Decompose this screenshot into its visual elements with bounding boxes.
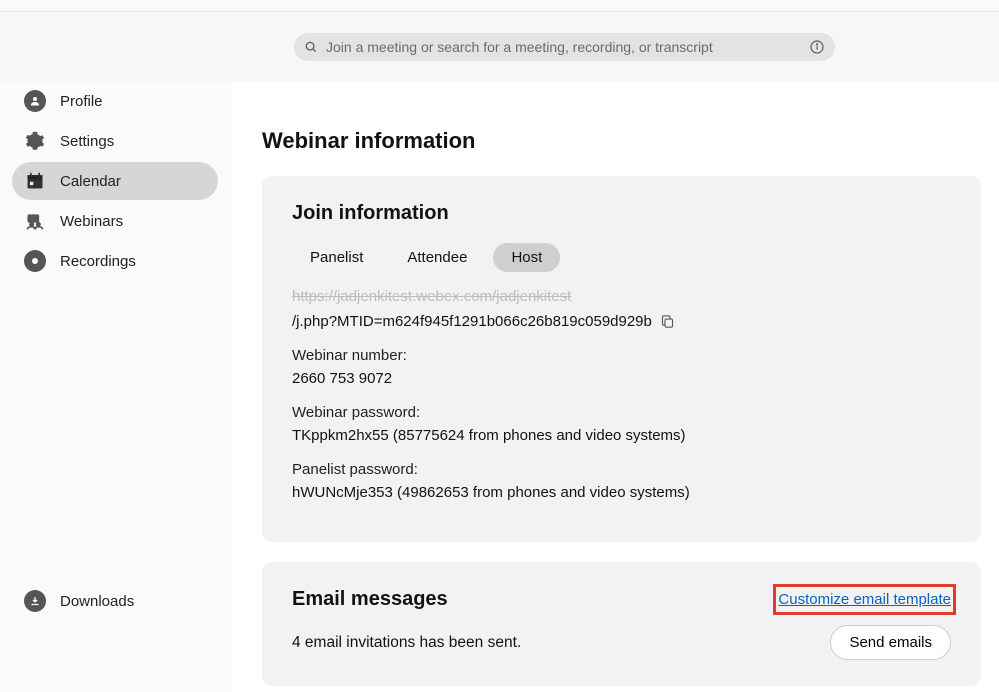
info-icon[interactable]	[809, 39, 825, 55]
webinars-icon	[24, 210, 46, 232]
customize-email-template-link[interactable]: Customize email template	[778, 589, 951, 610]
sidebar-item-webinars[interactable]: Webinars	[12, 202, 218, 240]
panelist-password-label: Panelist password:	[292, 459, 951, 482]
search-field-wrap[interactable]	[294, 33, 835, 61]
calendar-icon	[24, 170, 46, 192]
sidebar-item-recordings[interactable]: Recordings	[12, 242, 218, 280]
sidebar-item-settings[interactable]: Settings	[12, 122, 218, 160]
page-title: Webinar information	[262, 128, 981, 154]
email-messages-card: Email messages Customize email template …	[262, 562, 981, 686]
gear-icon	[24, 130, 46, 152]
send-emails-button[interactable]: Send emails	[830, 625, 951, 660]
panelist-password-value: hWUNcMje353 (49862653 from phones and vi…	[292, 482, 951, 505]
join-url: /j.php?MTID=m624f945f1291b066c26b819c059…	[292, 311, 652, 334]
join-info-title: Join information	[292, 202, 951, 225]
join-info-tabs: Panelist Attendee Host	[292, 243, 951, 272]
webinar-password-value: TKppkm2hx55 (85775624 from phones and vi…	[292, 425, 951, 448]
sidebar-item-label: Profile	[60, 93, 103, 110]
sidebar-item-label: Recordings	[60, 253, 136, 270]
sidebar-item-downloads[interactable]: Downloads	[12, 582, 218, 620]
copy-icon[interactable]	[660, 314, 675, 329]
join-url-partial: https://jadjenkitest.webex.com/jadjenkit…	[292, 286, 951, 309]
search-input[interactable]	[326, 39, 801, 55]
join-info-body[interactable]: https://jadjenkitest.webex.com/jadjenkit…	[292, 286, 951, 516]
webinar-number-value: 2660 753 9072	[292, 368, 951, 391]
email-sent-text: 4 email invitations has been sent.	[292, 634, 521, 652]
tab-attendee[interactable]: Attendee	[389, 243, 485, 272]
record-icon	[24, 250, 46, 272]
webinar-number-label: Webinar number:	[292, 345, 951, 368]
download-icon	[24, 590, 46, 612]
window-top-strip	[0, 0, 999, 12]
person-icon	[24, 90, 46, 112]
sidebar-item-label: Settings	[60, 133, 114, 150]
sidebar-item-label: Downloads	[60, 593, 134, 610]
sidebar: Profile Settings Calendar Webinars	[0, 82, 232, 692]
header-bar	[0, 12, 999, 82]
sidebar-item-label: Calendar	[60, 173, 121, 190]
sidebar-item-profile[interactable]: Profile	[12, 82, 218, 120]
tab-panelist[interactable]: Panelist	[292, 243, 381, 272]
sidebar-item-calendar[interactable]: Calendar	[12, 162, 218, 200]
sidebar-item-label: Webinars	[60, 213, 123, 230]
email-title: Email messages	[292, 588, 448, 611]
tab-host[interactable]: Host	[493, 243, 560, 272]
main-content: Webinar information Join information Pan…	[232, 82, 999, 692]
search-icon	[304, 40, 318, 54]
join-information-card: Join information Panelist Attendee Host …	[262, 176, 981, 542]
webinar-password-label: Webinar password:	[292, 402, 951, 425]
